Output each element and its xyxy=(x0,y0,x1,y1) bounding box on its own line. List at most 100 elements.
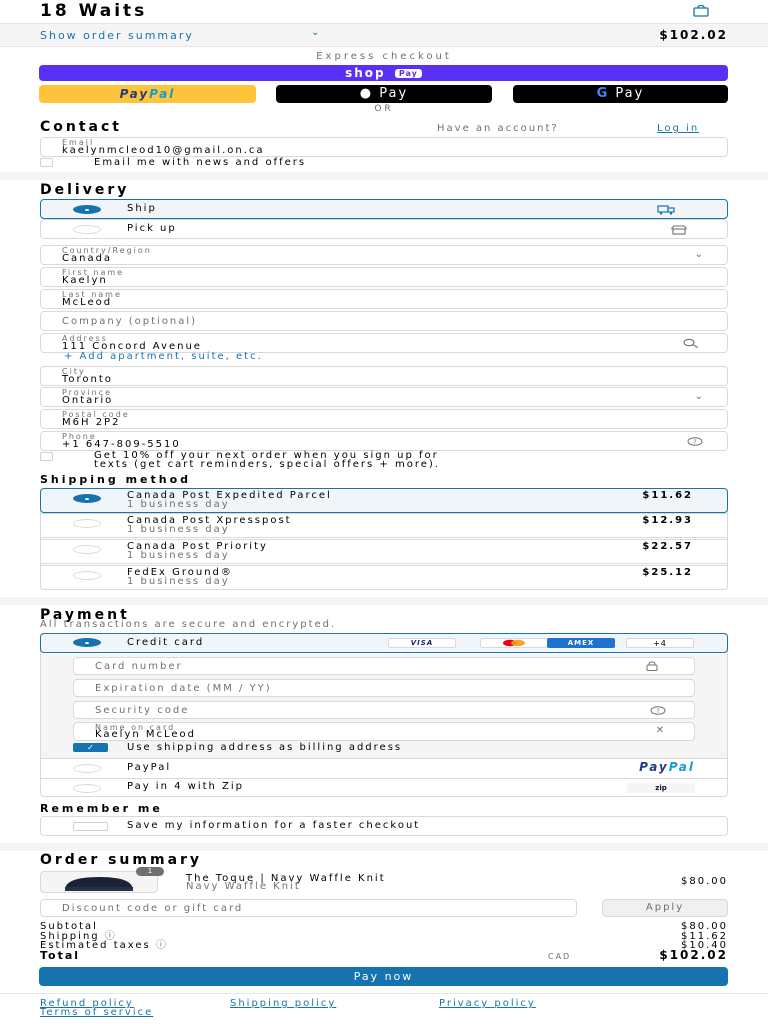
zip-radio[interactable] xyxy=(73,784,101,793)
news-checkbox[interactable] xyxy=(40,158,53,167)
credit-card-radio[interactable] xyxy=(73,638,101,647)
sms-checkbox[interactable] xyxy=(40,452,53,461)
google-pay-label: Pay xyxy=(609,86,645,101)
google-logo-icon: G xyxy=(596,86,610,101)
apply-button[interactable]: Apply xyxy=(602,899,728,917)
credit-card-label: Credit card xyxy=(127,637,205,648)
expiration-field[interactable]: Expiration date (MM / YY) xyxy=(73,679,695,697)
postal-code-field[interactable]: Postal code M6H 2P2 xyxy=(40,409,728,429)
chevron-down-icon: ⌄ xyxy=(694,391,703,402)
footer-divider xyxy=(0,993,768,994)
shipping-radio-3[interactable] xyxy=(73,571,101,580)
ship-option[interactable]: Ship xyxy=(40,199,728,219)
search-icon xyxy=(683,338,699,348)
email-value[interactable]: kaelynmcleod10@gmail.on.ca xyxy=(62,146,265,156)
credit-card-option[interactable]: Credit card VISA AMEX +4 xyxy=(40,633,728,653)
store-brand[interactable]: 18 Waits xyxy=(40,1,147,21)
country-value: Canada xyxy=(62,253,113,264)
log-in-link[interactable]: Log in xyxy=(657,124,699,134)
security-code-field[interactable]: Security code ? xyxy=(73,701,695,719)
expiration-placeholder[interactable]: Expiration date (MM / YY) xyxy=(95,683,272,694)
company-field[interactable]: Company (optional) xyxy=(40,311,728,331)
first-name-field[interactable]: First name Kaelyn xyxy=(40,267,728,287)
section-divider xyxy=(0,172,768,180)
terms-of-service-link[interactable]: Terms of service xyxy=(40,1008,153,1018)
city-field[interactable]: City Toronto xyxy=(40,366,728,386)
section-divider xyxy=(0,843,768,851)
order-summary-total: $102.02 xyxy=(659,28,728,42)
help-icon[interactable]: ? xyxy=(650,706,666,715)
pay-now-button[interactable]: Pay now xyxy=(39,967,728,986)
last-name-value[interactable]: McLeod xyxy=(62,298,112,308)
apple-pay-button[interactable]: ● Pay xyxy=(276,85,492,103)
shop-pay-button[interactable]: shop Pay xyxy=(39,65,728,81)
address-field[interactable]: Address 111 Concord Avenue xyxy=(40,333,728,353)
google-pay-button[interactable]: G Pay xyxy=(513,85,728,103)
card-number-field[interactable]: Card number xyxy=(73,657,695,675)
billing-same-label: Use shipping address as billing address xyxy=(127,742,403,753)
shipping-option-0[interactable]: Canada Post Expedited Parcel 1 business … xyxy=(40,488,728,513)
shipping-option-2[interactable]: Canada Post Priority 1 business day $22.… xyxy=(40,539,728,564)
product-variant: Navy Waffle Knit xyxy=(186,881,301,892)
lock-icon xyxy=(646,661,658,671)
paypal-button[interactable]: PayPal xyxy=(39,85,256,103)
name-on-card-value[interactable]: Kaelyn McLeod xyxy=(95,730,196,740)
city-value[interactable]: Toronto xyxy=(62,375,113,385)
email-field[interactable]: Email kaelynmcleod10@gmail.on.ca xyxy=(40,137,728,157)
contact-heading: Contact xyxy=(40,119,122,135)
discount-code-field[interactable]: Discount code or gift card xyxy=(40,899,577,917)
country-select[interactable]: Country/Region Canada ⌄ xyxy=(40,245,728,265)
discount-code-placeholder[interactable]: Discount code or gift card xyxy=(62,903,243,914)
store-header: 18 Waits xyxy=(0,0,768,22)
province-select[interactable]: Province Ontario ⌄ xyxy=(40,387,728,407)
more-cards-badge[interactable]: +4 xyxy=(626,638,694,648)
shipping-radio-0[interactable] xyxy=(73,494,101,503)
billing-same-checkbox[interactable]: ✓ xyxy=(73,743,108,752)
shipping-radio-1[interactable] xyxy=(73,519,101,528)
order-summary-toggle-label[interactable]: Show order summary xyxy=(40,29,194,42)
apple-logo-icon: ● xyxy=(359,86,374,101)
save-info-option[interactable]: Save my information for a faster checkou… xyxy=(40,816,728,836)
ship-radio[interactable] xyxy=(73,205,101,214)
shopping-bag-icon[interactable] xyxy=(693,5,709,17)
shipping-option-1[interactable]: Canada Post Xpresspost 1 business day $1… xyxy=(40,513,728,538)
company-placeholder[interactable]: Company (optional) xyxy=(62,316,197,327)
province-value: Ontario xyxy=(62,395,114,406)
save-info-checkbox[interactable] xyxy=(73,822,108,831)
pickup-radio[interactable] xyxy=(73,225,101,234)
postal-code-value[interactable]: M6H 2P2 xyxy=(62,418,120,428)
close-icon[interactable]: ✕ xyxy=(656,725,664,736)
card-number-placeholder[interactable]: Card number xyxy=(95,661,183,672)
phone-value[interactable]: +1 647-809-5510 xyxy=(62,440,181,450)
toque-image xyxy=(65,877,133,891)
section-divider xyxy=(0,597,768,605)
ship-label: Ship xyxy=(127,203,157,214)
card-form: Card number Expiration date (MM / YY) Se… xyxy=(41,654,727,758)
shipping-option-3[interactable]: FedEx Ground® 1 business day $25.12 xyxy=(40,565,728,590)
order-summary-toggle[interactable]: Show order summary ⌄ $102.02 xyxy=(0,23,768,47)
save-info-label: Save my information for a faster checkou… xyxy=(127,820,421,831)
mastercard-logo xyxy=(480,638,548,648)
paypal-wordmark-pal: Pal xyxy=(149,87,176,101)
paypal-wordmark-pay: Pay xyxy=(119,87,150,101)
shipping-radio-2[interactable] xyxy=(73,545,101,554)
first-name-value[interactable]: Kaelyn xyxy=(62,276,108,286)
paypal-radio[interactable] xyxy=(73,764,101,773)
zip-option[interactable]: Pay in 4 with Zip zip xyxy=(41,778,727,797)
add-apartment-link[interactable]: + Add apartment, suite, etc. xyxy=(64,352,263,362)
name-on-card-field[interactable]: Name on card Kaelyn McLeod ✕ xyxy=(73,722,695,741)
privacy-policy-link[interactable]: Privacy policy xyxy=(439,999,536,1009)
product-price: $80.00 xyxy=(681,876,728,887)
phone-field[interactable]: Phone +1 647-809-5510 ? xyxy=(40,431,728,451)
pickup-option[interactable]: Pick up xyxy=(40,219,728,239)
svg-text:?: ? xyxy=(656,708,659,715)
help-icon[interactable]: ? xyxy=(687,437,703,446)
last-name-field[interactable]: Last name McLeod xyxy=(40,289,728,309)
shipping-policy-link[interactable]: Shipping policy xyxy=(230,999,336,1009)
help-icon[interactable]: ⓘ xyxy=(156,940,168,951)
shipping-option-price: $22.57 xyxy=(642,541,693,552)
chevron-down-icon: ⌄ xyxy=(311,27,320,38)
paypal-option[interactable]: PayPal PayPal xyxy=(41,758,727,778)
payment-subtitle: All transactions are secure and encrypte… xyxy=(40,619,337,630)
security-code-placeholder[interactable]: Security code xyxy=(95,705,189,716)
